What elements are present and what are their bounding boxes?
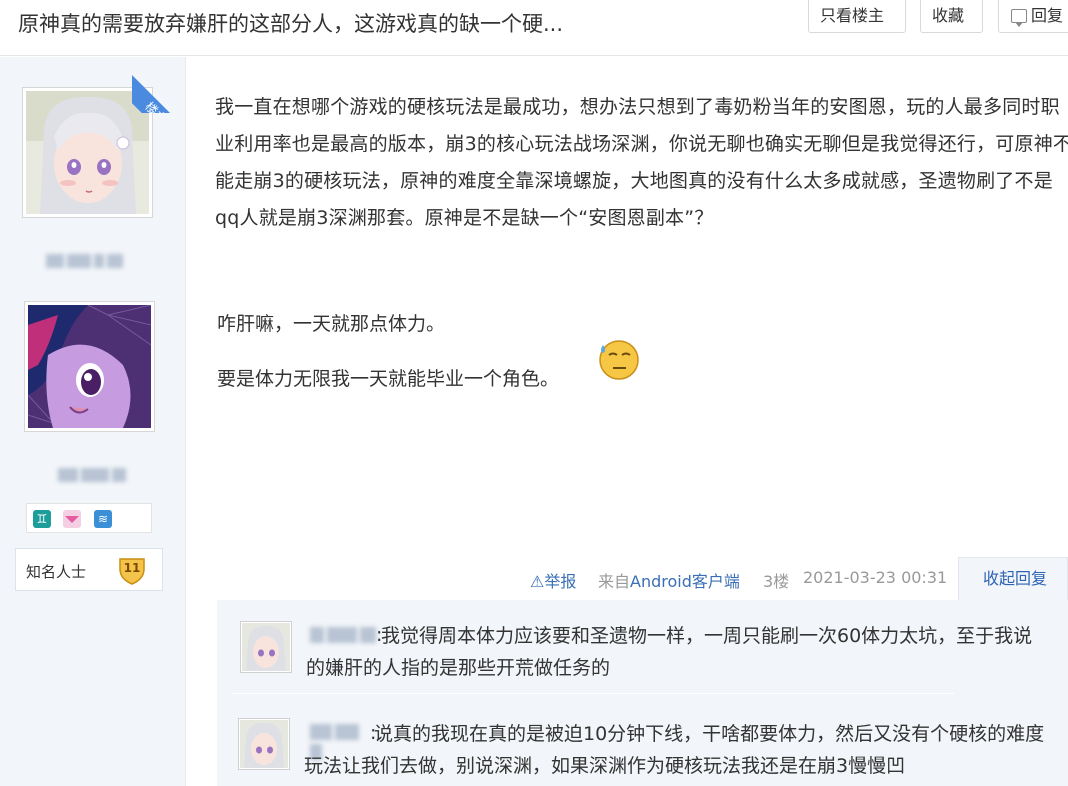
thread-title: 原神真的需要放弃嫌肝的这部分人，这游戏真的缺一个硬... xyxy=(18,12,564,36)
floor-number: 3楼 xyxy=(763,572,790,591)
only-op-button[interactable]: 只看楼主 xyxy=(808,0,906,33)
reply-text: 我觉得周本体力应该要和圣遗物一样，一周只能刷一次60体力太坑，至于我说的嫌肝的人… xyxy=(306,625,1033,679)
reply-text: 说真的我现在真的是被迫10分钟下线，干啥都要体力，然后又没有个硬核的难度玩法让我… xyxy=(304,723,1045,777)
user-sidebar: ♊ ≋ 知名人士 11 xyxy=(0,57,186,786)
op-ribbon-label: 楼主 xyxy=(132,69,188,113)
level-badge[interactable]: 知名人士 11 xyxy=(15,548,163,591)
level-title: 知名人士 xyxy=(26,563,87,581)
reply-button-label: 回复 xyxy=(1031,6,1064,25)
op-ribbon: 楼主 xyxy=(132,57,188,113)
collect-button[interactable]: 收藏 xyxy=(920,0,983,33)
collapse-replies-button[interactable]: 收起回复 xyxy=(958,557,1068,601)
reply-divider xyxy=(232,693,954,694)
username-blurred[interactable] xyxy=(58,467,130,482)
aquarius-badge-icon[interactable]: ≋ xyxy=(94,510,112,528)
android-client-link[interactable]: Android客户端 xyxy=(630,572,740,591)
badges-row: ♊ ≋ xyxy=(26,503,152,533)
username-blurred[interactable] xyxy=(46,253,130,268)
reply-icon xyxy=(1011,9,1027,27)
reply-avatar[interactable] xyxy=(238,718,290,770)
gemini-badge-icon[interactable]: ♊ xyxy=(33,510,51,528)
report-link[interactable]: ⚠举报 xyxy=(530,568,576,592)
pink-badge-icon[interactable] xyxy=(63,510,81,528)
post-time: 2021-03-23 00:31 xyxy=(803,568,948,587)
post-paragraph: 要是体力无限我一天就能毕业一个角色。 xyxy=(217,368,560,390)
avatar[interactable] xyxy=(24,301,155,432)
client-source: 来自Android客户端 xyxy=(598,568,740,592)
sweat-emoji-icon xyxy=(599,340,639,380)
post-paragraph: 咋肝嘛，一天就那点体力。 xyxy=(217,313,446,335)
reply-button[interactable]: 回复 xyxy=(998,0,1068,33)
thread-header: 原神真的需要放弃嫌肝的这部分人，这游戏真的缺一个硬... 只看楼主 收藏 回复 xyxy=(0,0,1068,56)
post-paragraph: 我一直在想哪个游戏的硬核玩法是最成功，想办法只想到了毒奶粉当年的安图恩，玩的人最… xyxy=(215,96,1068,229)
level-number: 11 xyxy=(123,561,141,575)
reply-avatar[interactable] xyxy=(240,621,292,673)
client-source-prefix: 来自 xyxy=(598,572,631,591)
